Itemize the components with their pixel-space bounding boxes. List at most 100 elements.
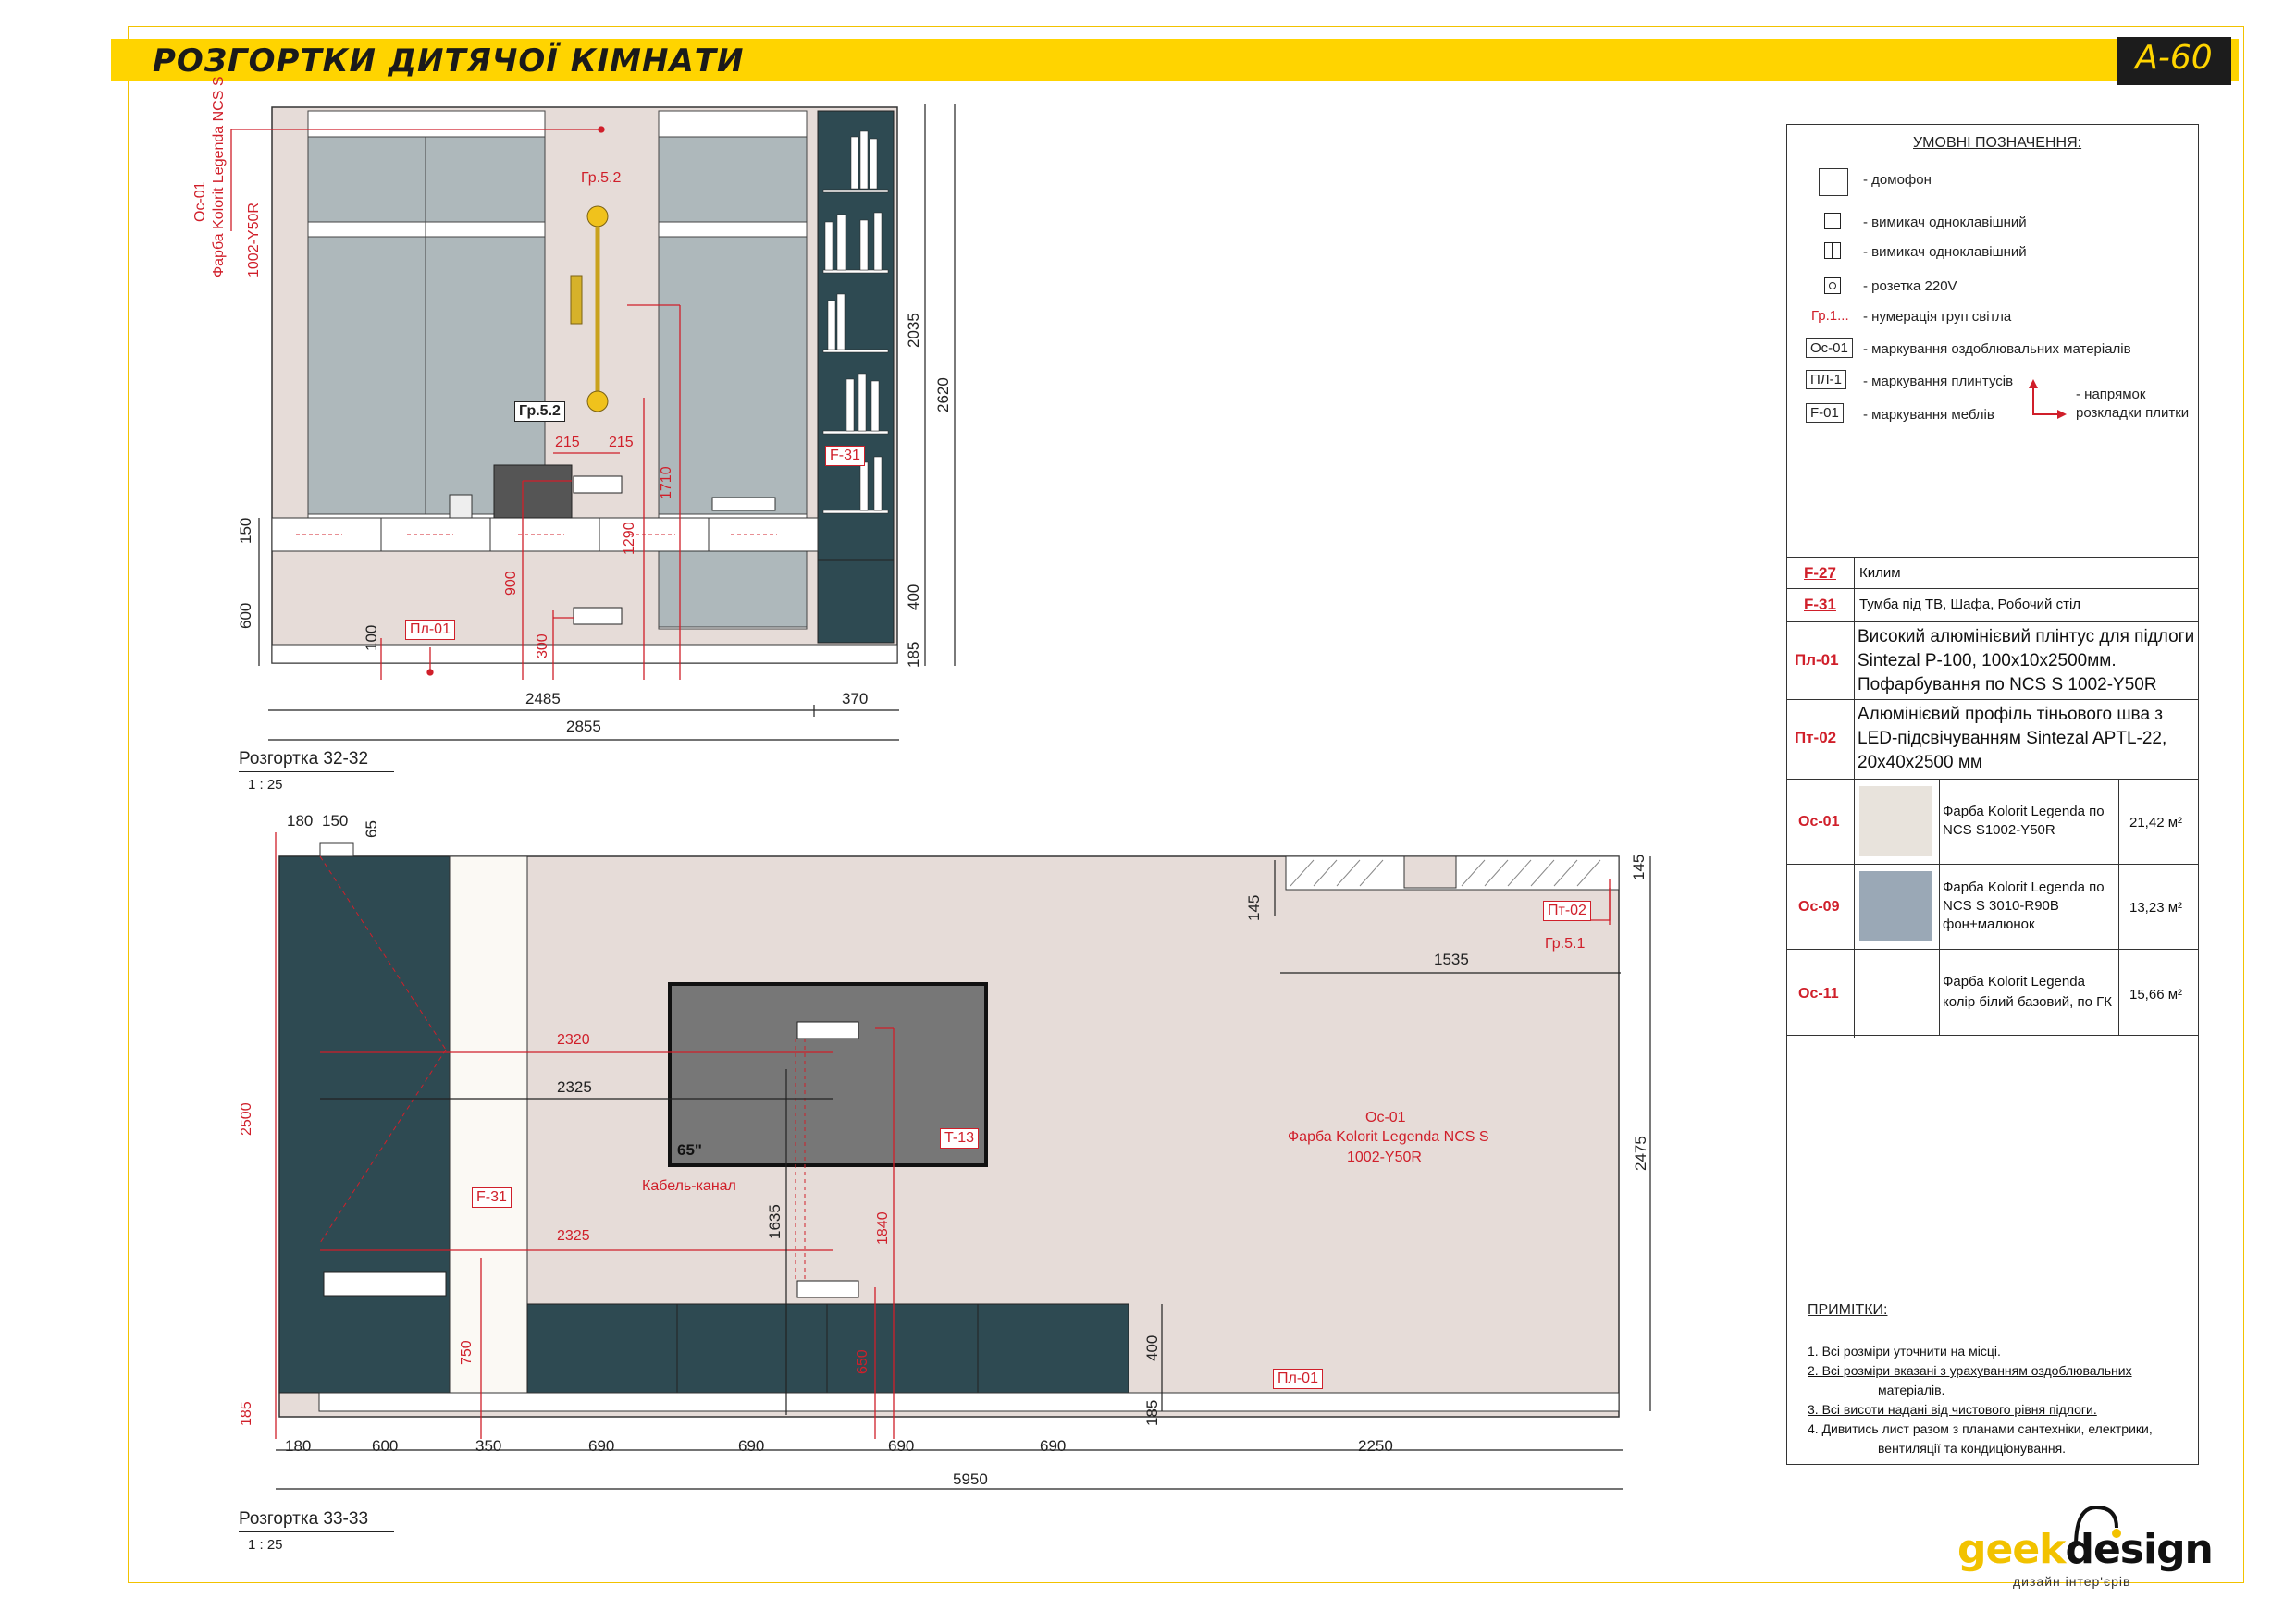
spec-code-pt02: Пт-02 (1795, 729, 1837, 746)
legend-title: УМОВНІ ПОЗНАЧЕННЯ: (1913, 135, 2082, 151)
dim-185-top: 185 (905, 641, 922, 668)
tv-cabinet (526, 1303, 1129, 1394)
dim-b-1535: 1535 (1434, 951, 1469, 968)
floor-skirting-bottom (318, 1392, 1620, 1412)
dim-bb-690a: 690 (588, 1437, 615, 1455)
legend-tile-dir-2: розкладки плитки (2076, 405, 2190, 421)
paint-desc-oc09-2: NCS S 3010-R90B (1943, 898, 2059, 914)
window-left-top-glass (307, 136, 546, 223)
profile-tag: Пт-02 (1543, 901, 1591, 921)
dim-b-145b: 145 (1630, 854, 1648, 880)
caption-33-33: Розгортка 33-33 (239, 1509, 369, 1529)
cabinet-socket-block (796, 1280, 859, 1298)
dim-900: 900 (503, 571, 519, 596)
dim-215b: 215 (609, 435, 634, 450)
paint-desc-oc01-1: Фарба Kolorit Legenda по (1943, 804, 2105, 819)
legend-furniture: - маркування меблів (1863, 407, 1994, 423)
elevation-33-33-graphics (275, 832, 1651, 1490)
dim-b-650: 650 (855, 1349, 870, 1374)
tv-size-label: 65" (677, 1141, 702, 1159)
legend-tile-dir-1: - напрямок (2076, 387, 2146, 402)
scale-33-33: 1 : 25 (248, 1537, 283, 1553)
caption-underline-2 (239, 1531, 394, 1532)
intercom-icon (1819, 168, 1848, 196)
light-group-bottom: Гр.5.1 (1545, 936, 1586, 952)
dim-bb-2250: 2250 (1358, 1437, 1393, 1455)
dim-b-2325a: 2325 (557, 1078, 592, 1096)
logo-tagline: дизайн інтер'єрів (2013, 1574, 2131, 1589)
caption-32-32: Розгортка 32-32 (239, 749, 369, 768)
furniture-tag-top: F-31 (825, 446, 865, 466)
light-group-label-b: Гр.5.2 (514, 401, 565, 422)
spec-code-pl01: Пл-01 (1795, 651, 1839, 669)
wardrobe-handle-shelf (323, 1271, 447, 1297)
dim-1710: 1710 (659, 466, 674, 499)
note-4: 4. Дивитись лист разом з планами сантехн… (1808, 1421, 2153, 1436)
wardrobe (278, 855, 451, 1394)
bookshelf-cabinet (817, 559, 895, 644)
dim-bb-690c: 690 (888, 1437, 915, 1455)
laptop (493, 464, 573, 519)
spec-row-f27 (1786, 557, 2199, 588)
paint-desc-oc11-2: колір білий базовий, по ГК (1943, 994, 2112, 1010)
notes-title: ПРИМІТКИ: (1808, 1302, 1888, 1318)
spec-desc-pt02-3: 20х40х2500 мм (1858, 753, 1982, 772)
dim-b-1840: 1840 (875, 1211, 891, 1245)
light-group-label-a: Гр.5.2 (581, 170, 622, 186)
dim-b-145a: 145 (1245, 894, 1263, 921)
dim-b-150-top: 150 (322, 812, 349, 830)
tv-socket-block (796, 1021, 859, 1039)
dim-bb-350: 350 (475, 1437, 502, 1455)
legend-socket: - розетка 220V (1863, 278, 1957, 294)
paint-code-oc09: Ос-09 (1798, 899, 1840, 915)
note-3: 3. Всі висоти надані від чистового рівня… (1808, 1402, 2097, 1417)
window-right-low-glass (658, 550, 808, 628)
dim-b-2320: 2320 (557, 1032, 590, 1048)
dim-b-750: 750 (459, 1340, 475, 1365)
white-panel (449, 855, 528, 1394)
dim-600: 600 (237, 602, 254, 629)
dim-b-185a: 185 (239, 1401, 254, 1426)
legend-finish-symbol: Ос-01 (1806, 338, 1853, 358)
paint-desc-oc11-1: Фарба Kolorit Legenda (1943, 974, 2085, 990)
paint-desc-oc01-2: NCS S1002-Y50R (1943, 822, 2055, 838)
spec-code-f31: F-31 (1804, 596, 1836, 613)
window-right-top-glass (658, 136, 808, 223)
dim-b-2325b: 2325 (557, 1228, 590, 1244)
legend-light-group-symbol: Гр.1... (1811, 308, 1849, 324)
paint-area-oc09: 13,23 м² (2129, 900, 2183, 916)
paint-code-oc11: Ос-11 (1798, 986, 1839, 1002)
dim-b-2500: 2500 (239, 1102, 254, 1136)
dim-2485: 2485 (525, 690, 561, 707)
desk-tray (711, 497, 776, 511)
dim-bb-690b: 690 (738, 1437, 765, 1455)
dim-2620: 2620 (934, 377, 952, 412)
spec-desc-pt02-1: Алюмінієвий профіль тіньового шва з (1858, 705, 2163, 724)
finish-name-bottom: Фарба Kolorit Legenda NCS S (1288, 1129, 1489, 1145)
dim-100: 100 (363, 624, 380, 651)
window-right-glass (658, 236, 808, 515)
switch-single-icon (1824, 213, 1841, 229)
skirting-tag-bottom: Пл-01 (1273, 1369, 1323, 1389)
dim-b-2475: 2475 (1632, 1136, 1649, 1171)
skirting-tag-top: Пл-01 (405, 620, 455, 640)
socket-icon (1824, 277, 1841, 294)
dim-150: 150 (237, 517, 254, 544)
dim-b-180-top: 180 (287, 812, 314, 830)
note-2: 2. Всі розміри вказані з урахуванням озд… (1808, 1363, 2132, 1378)
finish-ncs-bottom: 1002-Y50R (1347, 1150, 1422, 1165)
dim-400-top: 400 (905, 584, 922, 610)
caption-underline (239, 771, 394, 772)
dim-b-1635: 1635 (766, 1204, 784, 1239)
paint-desc-oc09-3: фон+малюнок (1943, 916, 2035, 932)
legend-furniture-symbol: F-01 (1806, 403, 1844, 423)
paint-area-oc01: 21,42 м² (2129, 815, 2183, 830)
legend-switch-1: - вимикач одноклавішний (1863, 215, 2027, 230)
sconce-lamp-top (586, 205, 609, 227)
elevation-32-32-graphics (230, 104, 956, 741)
sconce-lamp-bottom (586, 390, 609, 412)
switch-single-icon-2 (1824, 242, 1841, 259)
dim-2855: 2855 (566, 718, 601, 735)
legend-switch-2: - вимикач одноклавішний (1863, 244, 2027, 260)
dim-300: 300 (535, 633, 550, 658)
